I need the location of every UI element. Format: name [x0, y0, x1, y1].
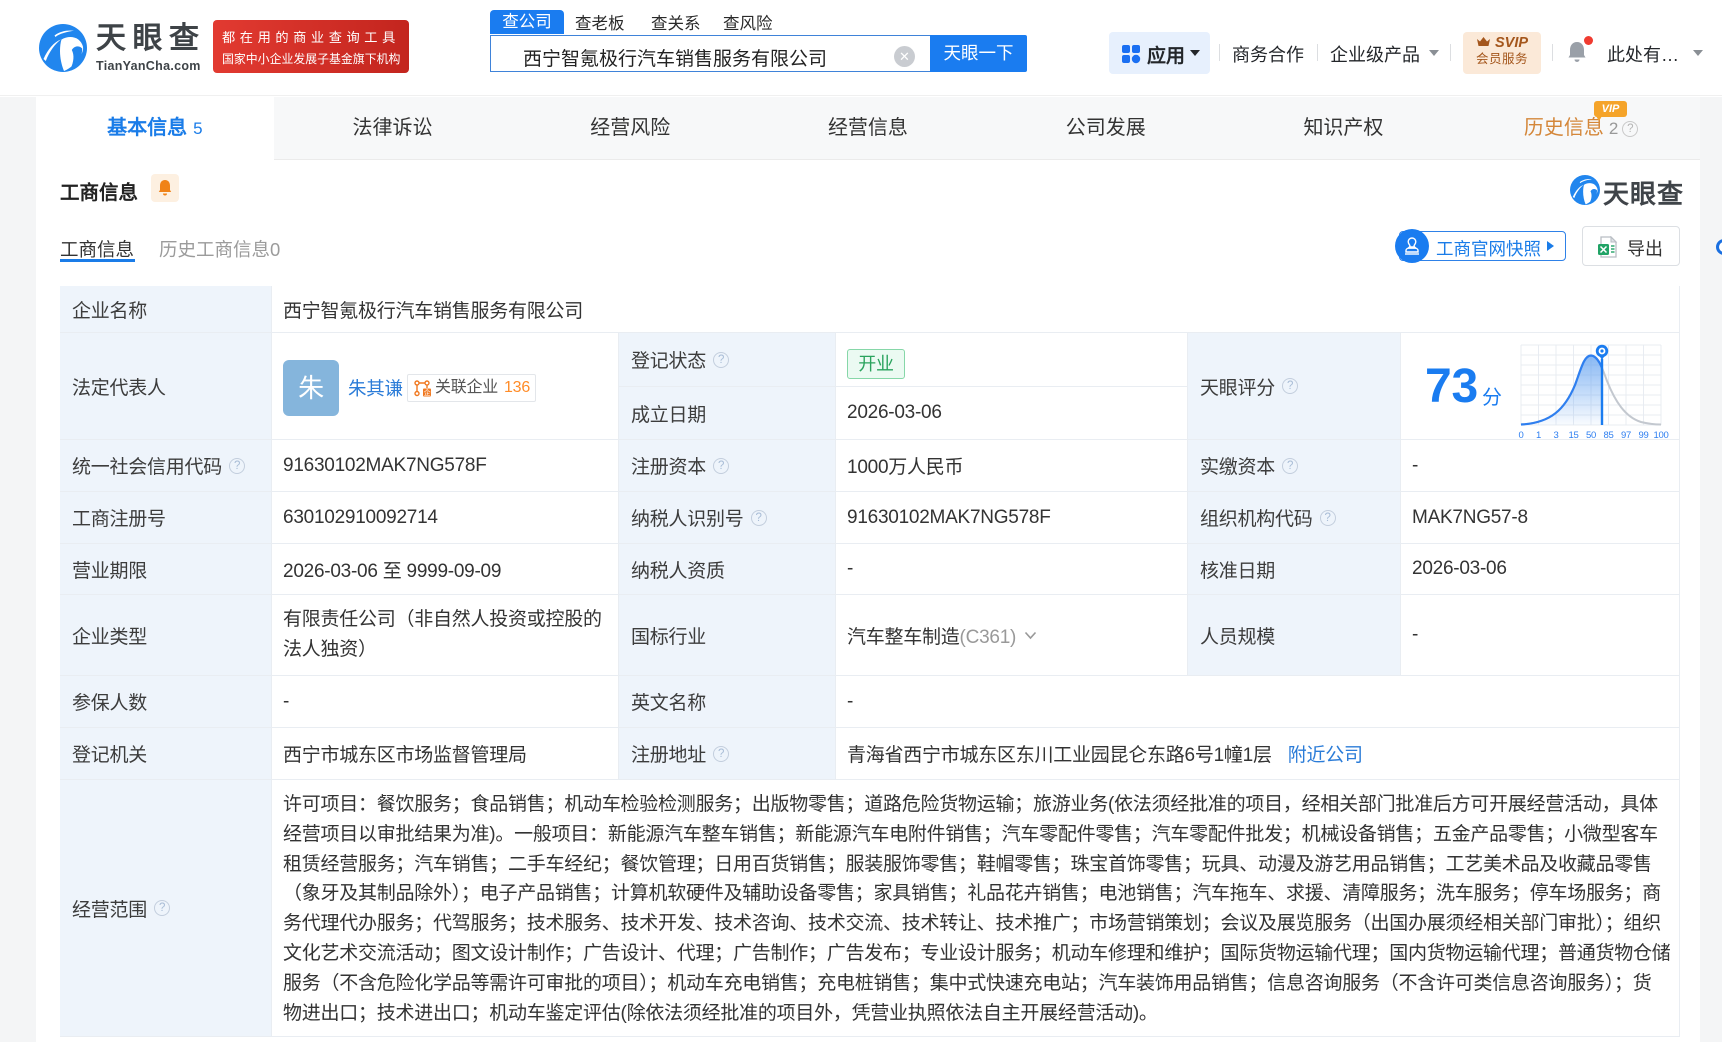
svg-text:企: 企: [424, 388, 431, 397]
